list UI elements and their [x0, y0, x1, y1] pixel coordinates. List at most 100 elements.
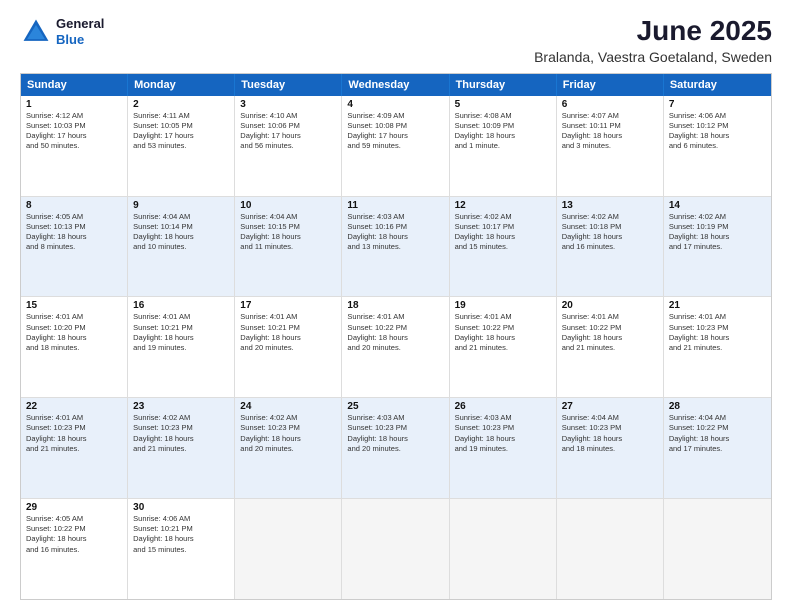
location-title: Bralanda, Vaestra Goetaland, Sweden — [534, 49, 772, 65]
calendar-row-5: 29Sunrise: 4:05 AM Sunset: 10:22 PM Dayl… — [21, 498, 771, 599]
day-number: 25 — [347, 401, 443, 412]
day-cell-22: 22Sunrise: 4:01 AM Sunset: 10:23 PM Dayl… — [21, 398, 128, 498]
calendar: Sunday Monday Tuesday Wednesday Thursday… — [20, 73, 772, 600]
day-number: 5 — [455, 99, 551, 110]
day-cell-29: 29Sunrise: 4:05 AM Sunset: 10:22 PM Dayl… — [21, 499, 128, 599]
day-number: 20 — [562, 300, 658, 311]
cell-info: Sunrise: 4:06 AM Sunset: 10:21 PM Daylig… — [133, 514, 229, 555]
cell-info: Sunrise: 4:01 AM Sunset: 10:23 PM Daylig… — [26, 413, 122, 454]
calendar-row-4: 22Sunrise: 4:01 AM Sunset: 10:23 PM Dayl… — [21, 397, 771, 498]
header-tuesday: Tuesday — [235, 74, 342, 96]
header-friday: Friday — [557, 74, 664, 96]
cell-info: Sunrise: 4:04 AM Sunset: 10:15 PM Daylig… — [240, 212, 336, 253]
day-number: 29 — [26, 502, 122, 513]
cell-info: Sunrise: 4:01 AM Sunset: 10:22 PM Daylig… — [562, 312, 658, 353]
day-cell-12: 12Sunrise: 4:02 AM Sunset: 10:17 PM Dayl… — [450, 197, 557, 297]
day-number: 17 — [240, 300, 336, 311]
day-number: 21 — [669, 300, 766, 311]
day-number: 4 — [347, 99, 443, 110]
empty-cell — [450, 499, 557, 599]
empty-cell — [235, 499, 342, 599]
day-cell-13: 13Sunrise: 4:02 AM Sunset: 10:18 PM Dayl… — [557, 197, 664, 297]
day-number: 12 — [455, 200, 551, 211]
month-title: June 2025 — [534, 16, 772, 47]
cell-info: Sunrise: 4:06 AM Sunset: 10:12 PM Daylig… — [669, 111, 766, 152]
cell-info: Sunrise: 4:01 AM Sunset: 10:21 PM Daylig… — [133, 312, 229, 353]
day-cell-18: 18Sunrise: 4:01 AM Sunset: 10:22 PM Dayl… — [342, 297, 449, 397]
day-number: 28 — [669, 401, 766, 412]
title-block: June 2025 Bralanda, Vaestra Goetaland, S… — [534, 16, 772, 65]
day-number: 26 — [455, 401, 551, 412]
cell-info: Sunrise: 4:10 AM Sunset: 10:06 PM Daylig… — [240, 111, 336, 152]
day-number: 24 — [240, 401, 336, 412]
day-cell-26: 26Sunrise: 4:03 AM Sunset: 10:23 PM Dayl… — [450, 398, 557, 498]
cell-info: Sunrise: 4:01 AM Sunset: 10:20 PM Daylig… — [26, 312, 122, 353]
cell-info: Sunrise: 4:08 AM Sunset: 10:09 PM Daylig… — [455, 111, 551, 152]
day-cell-20: 20Sunrise: 4:01 AM Sunset: 10:22 PM Dayl… — [557, 297, 664, 397]
day-cell-4: 4Sunrise: 4:09 AM Sunset: 10:08 PM Dayli… — [342, 96, 449, 196]
day-cell-5: 5Sunrise: 4:08 AM Sunset: 10:09 PM Dayli… — [450, 96, 557, 196]
header-thursday: Thursday — [450, 74, 557, 96]
day-cell-7: 7Sunrise: 4:06 AM Sunset: 10:12 PM Dayli… — [664, 96, 771, 196]
day-number: 15 — [26, 300, 122, 311]
day-number: 2 — [133, 99, 229, 110]
day-cell-8: 8Sunrise: 4:05 AM Sunset: 10:13 PM Dayli… — [21, 197, 128, 297]
day-number: 11 — [347, 200, 443, 211]
cell-info: Sunrise: 4:03 AM Sunset: 10:23 PM Daylig… — [455, 413, 551, 454]
day-cell-27: 27Sunrise: 4:04 AM Sunset: 10:23 PM Dayl… — [557, 398, 664, 498]
day-cell-14: 14Sunrise: 4:02 AM Sunset: 10:19 PM Dayl… — [664, 197, 771, 297]
day-number: 16 — [133, 300, 229, 311]
cell-info: Sunrise: 4:04 AM Sunset: 10:23 PM Daylig… — [562, 413, 658, 454]
day-cell-21: 21Sunrise: 4:01 AM Sunset: 10:23 PM Dayl… — [664, 297, 771, 397]
day-number: 14 — [669, 200, 766, 211]
cell-info: Sunrise: 4:11 AM Sunset: 10:05 PM Daylig… — [133, 111, 229, 152]
day-number: 19 — [455, 300, 551, 311]
day-cell-24: 24Sunrise: 4:02 AM Sunset: 10:23 PM Dayl… — [235, 398, 342, 498]
cell-info: Sunrise: 4:12 AM Sunset: 10:03 PM Daylig… — [26, 111, 122, 152]
day-number: 3 — [240, 99, 336, 110]
day-number: 7 — [669, 99, 766, 110]
day-cell-17: 17Sunrise: 4:01 AM Sunset: 10:21 PM Dayl… — [235, 297, 342, 397]
cell-info: Sunrise: 4:01 AM Sunset: 10:22 PM Daylig… — [455, 312, 551, 353]
header-saturday: Saturday — [664, 74, 771, 96]
day-number: 23 — [133, 401, 229, 412]
cell-info: Sunrise: 4:02 AM Sunset: 10:18 PM Daylig… — [562, 212, 658, 253]
day-cell-9: 9Sunrise: 4:04 AM Sunset: 10:14 PM Dayli… — [128, 197, 235, 297]
cell-info: Sunrise: 4:04 AM Sunset: 10:22 PM Daylig… — [669, 413, 766, 454]
cell-info: Sunrise: 4:04 AM Sunset: 10:14 PM Daylig… — [133, 212, 229, 253]
cell-info: Sunrise: 4:01 AM Sunset: 10:23 PM Daylig… — [669, 312, 766, 353]
cell-info: Sunrise: 4:01 AM Sunset: 10:21 PM Daylig… — [240, 312, 336, 353]
header: General Blue June 2025 Bralanda, Vaestra… — [20, 16, 772, 65]
day-cell-6: 6Sunrise: 4:07 AM Sunset: 10:11 PM Dayli… — [557, 96, 664, 196]
page: General Blue June 2025 Bralanda, Vaestra… — [0, 0, 792, 612]
day-number: 9 — [133, 200, 229, 211]
cell-info: Sunrise: 4:05 AM Sunset: 10:13 PM Daylig… — [26, 212, 122, 253]
day-cell-16: 16Sunrise: 4:01 AM Sunset: 10:21 PM Dayl… — [128, 297, 235, 397]
day-number: 18 — [347, 300, 443, 311]
day-number: 13 — [562, 200, 658, 211]
day-number: 27 — [562, 401, 658, 412]
cell-info: Sunrise: 4:09 AM Sunset: 10:08 PM Daylig… — [347, 111, 443, 152]
day-cell-25: 25Sunrise: 4:03 AM Sunset: 10:23 PM Dayl… — [342, 398, 449, 498]
logo-line2: Blue — [56, 32, 104, 48]
cell-info: Sunrise: 4:02 AM Sunset: 10:17 PM Daylig… — [455, 212, 551, 253]
day-number: 8 — [26, 200, 122, 211]
cell-info: Sunrise: 4:07 AM Sunset: 10:11 PM Daylig… — [562, 111, 658, 152]
empty-cell — [342, 499, 449, 599]
calendar-row-2: 8Sunrise: 4:05 AM Sunset: 10:13 PM Dayli… — [21, 196, 771, 297]
calendar-row-1: 1Sunrise: 4:12 AM Sunset: 10:03 PM Dayli… — [21, 96, 771, 196]
day-cell-30: 30Sunrise: 4:06 AM Sunset: 10:21 PM Dayl… — [128, 499, 235, 599]
day-cell-28: 28Sunrise: 4:04 AM Sunset: 10:22 PM Dayl… — [664, 398, 771, 498]
day-number: 22 — [26, 401, 122, 412]
cell-info: Sunrise: 4:01 AM Sunset: 10:22 PM Daylig… — [347, 312, 443, 353]
day-cell-1: 1Sunrise: 4:12 AM Sunset: 10:03 PM Dayli… — [21, 96, 128, 196]
day-cell-2: 2Sunrise: 4:11 AM Sunset: 10:05 PM Dayli… — [128, 96, 235, 196]
cell-info: Sunrise: 4:02 AM Sunset: 10:19 PM Daylig… — [669, 212, 766, 253]
day-cell-23: 23Sunrise: 4:02 AM Sunset: 10:23 PM Dayl… — [128, 398, 235, 498]
day-cell-11: 11Sunrise: 4:03 AM Sunset: 10:16 PM Dayl… — [342, 197, 449, 297]
day-cell-3: 3Sunrise: 4:10 AM Sunset: 10:06 PM Dayli… — [235, 96, 342, 196]
cell-info: Sunrise: 4:03 AM Sunset: 10:16 PM Daylig… — [347, 212, 443, 253]
day-number: 10 — [240, 200, 336, 211]
day-cell-15: 15Sunrise: 4:01 AM Sunset: 10:20 PM Dayl… — [21, 297, 128, 397]
header-monday: Monday — [128, 74, 235, 96]
